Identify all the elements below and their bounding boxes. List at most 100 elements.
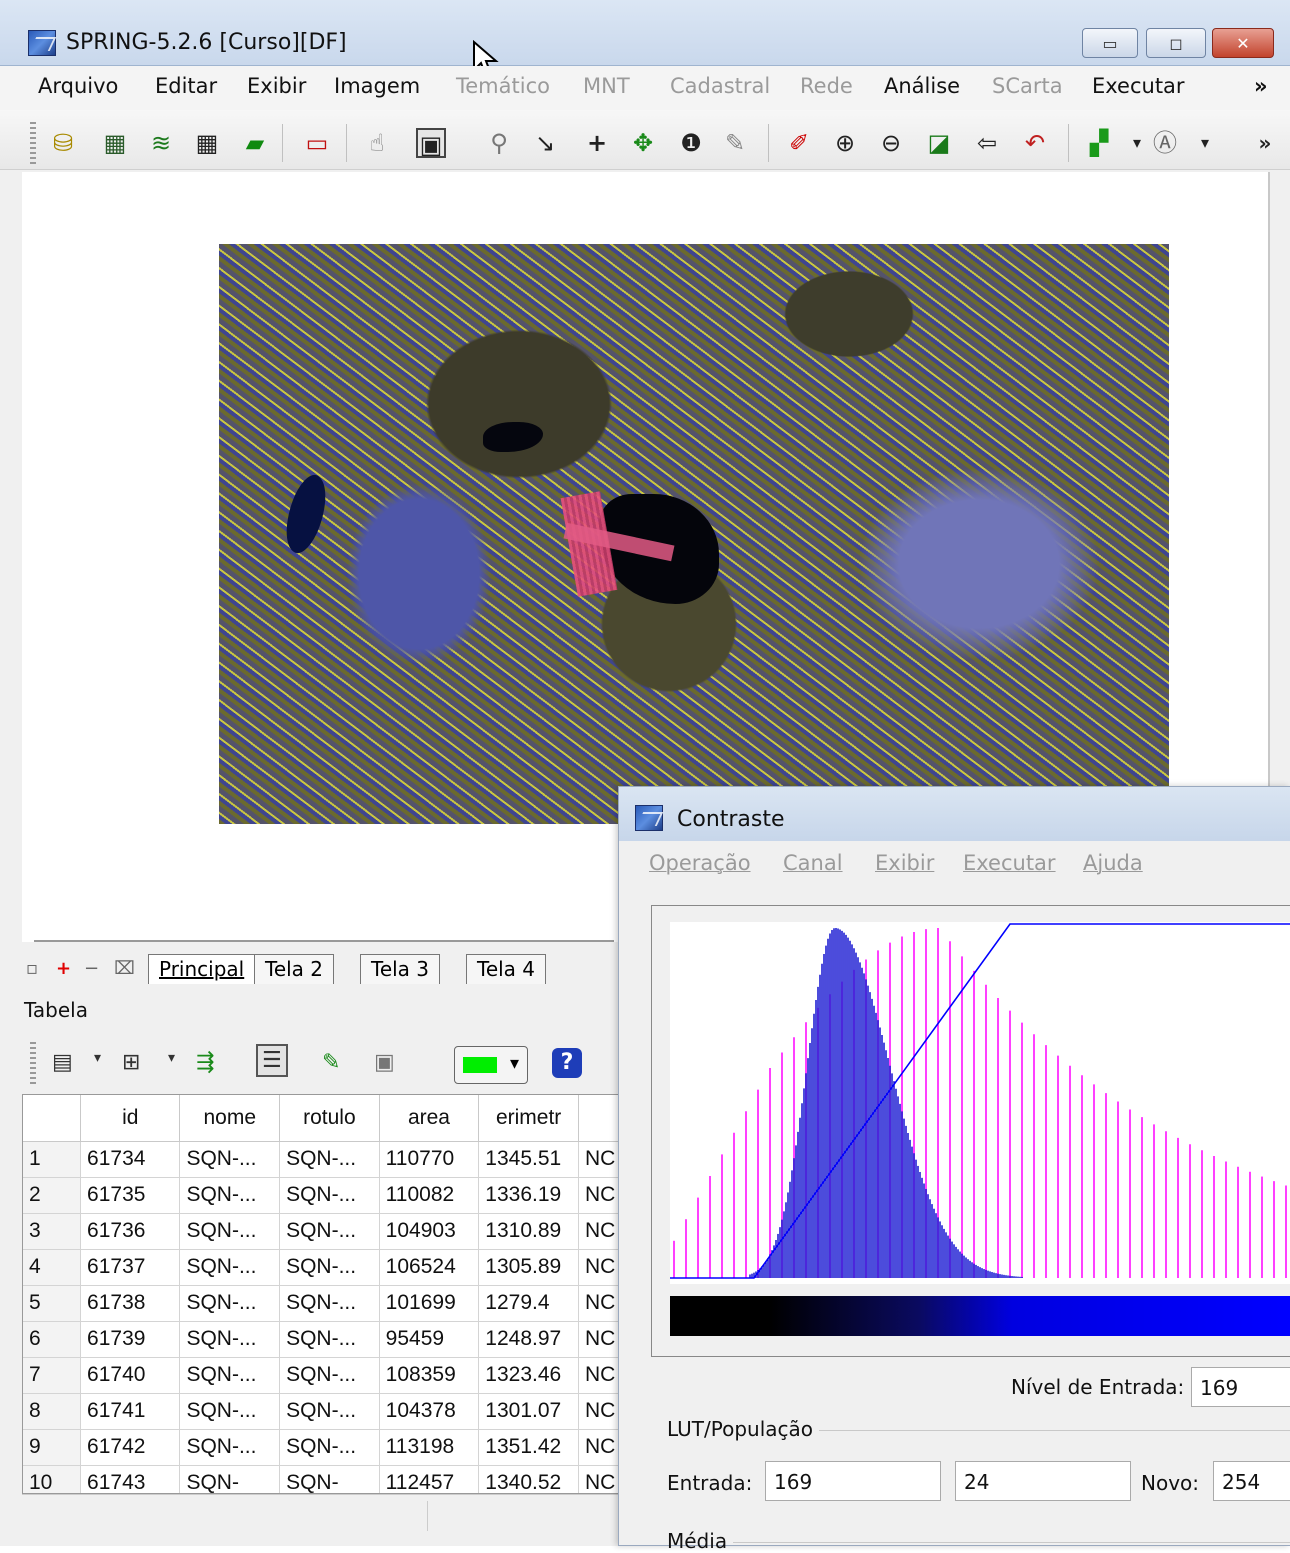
row-number-cell[interactable]: 4: [23, 1249, 82, 1286]
save-icon[interactable]: ▣: [374, 1050, 395, 1075]
menu-mnt[interactable]: MNT: [583, 74, 630, 98]
cell-area[interactable]: 106524: [379, 1249, 480, 1286]
zoom-in-icon[interactable]: ⊕: [830, 128, 860, 158]
back-icon[interactable]: ⇦: [972, 128, 1002, 158]
cell-perimetro[interactable]: 1248.97: [478, 1321, 579, 1358]
cell-extra[interactable]: NC: [578, 1285, 619, 1322]
cell-extra[interactable]: NC: [578, 1465, 619, 1493]
populacao-field[interactable]: 24: [955, 1461, 1131, 1501]
list-view-icon[interactable]: ☰: [256, 1044, 288, 1077]
menu-imagem[interactable]: Imagem: [334, 74, 420, 98]
table-row[interactable]: 4 61737 SQN-... SQN-... 106524 1305.89 NC: [23, 1249, 619, 1286]
cell-perimetro[interactable]: 1279.4: [478, 1285, 579, 1322]
menu-operacao[interactable]: Operação: [649, 851, 751, 875]
col-header-rotulo[interactable]: rotulo: [279, 1095, 380, 1142]
cell-id[interactable]: 61738: [80, 1285, 181, 1322]
menu-scarta[interactable]: SCarta: [992, 74, 1063, 98]
cell-perimetro[interactable]: 1336.19: [478, 1177, 579, 1214]
table-row[interactable]: 7 61740 SQN-... SQN-... 108359 1323.46 NC: [23, 1357, 619, 1394]
col-header-area[interactable]: area: [379, 1095, 480, 1142]
menu-executar[interactable]: Executar: [1092, 74, 1185, 98]
row-number-cell[interactable]: 5: [23, 1285, 82, 1322]
zoom-area-icon[interactable]: ◪: [924, 128, 954, 158]
restore-icon[interactable]: ▫: [26, 958, 38, 979]
cell-nome[interactable]: SQN-...: [179, 1357, 281, 1394]
cell-perimetro[interactable]: 1310.89: [478, 1213, 579, 1250]
cell-nome[interactable]: SQN-...: [179, 1285, 281, 1322]
cell-area[interactable]: 113198: [379, 1429, 480, 1466]
cell-area[interactable]: 104378: [379, 1393, 480, 1430]
export-dropdown-icon[interactable]: ▾: [1122, 128, 1152, 158]
cell-id[interactable]: 61734: [80, 1141, 181, 1178]
cell-rotulo[interactable]: SQN-...: [279, 1321, 380, 1358]
cell-area[interactable]: 101699: [379, 1285, 480, 1322]
menu-rede[interactable]: Rede: [800, 74, 853, 98]
cell-perimetro[interactable]: 1340.52: [478, 1465, 579, 1493]
cell-id[interactable]: 61743: [80, 1465, 181, 1493]
cell-nome[interactable]: SQN-...: [179, 1321, 281, 1358]
export-icon[interactable]: ▞: [1084, 128, 1114, 158]
col-header-id[interactable]: id: [80, 1095, 181, 1142]
cell-nome[interactable]: SQN-...: [179, 1141, 281, 1178]
novo-field[interactable]: 254: [1213, 1461, 1290, 1501]
cell-extra[interactable]: NC: [578, 1321, 619, 1358]
histogram-plot[interactable]: [670, 922, 1290, 1284]
cell-id[interactable]: 61741: [80, 1393, 181, 1430]
export-table-icon[interactable]: ⇶: [196, 1050, 214, 1075]
cell-rotulo[interactable]: SQN-...: [279, 1429, 380, 1466]
cell-area[interactable]: 110082: [379, 1177, 480, 1214]
cell-perimetro[interactable]: 1301.07: [478, 1393, 579, 1430]
satellite-image[interactable]: [219, 244, 1169, 824]
menu-exibir[interactable]: Exibir: [875, 851, 934, 875]
menu-analise[interactable]: Análise: [884, 74, 960, 98]
cell-id[interactable]: 61742: [80, 1429, 181, 1466]
cell-perimetro[interactable]: 1351.42: [478, 1429, 579, 1466]
table-row[interactable]: 10 61743 SQN- SQN- 112457 1340.52 NC: [23, 1465, 619, 1493]
col-header-perimetro[interactable]: erimetr: [478, 1095, 579, 1142]
cell-rotulo[interactable]: SQN-...: [279, 1141, 380, 1178]
toolbar-grip[interactable]: [30, 1042, 36, 1086]
cell-rotulo[interactable]: SQN-...: [279, 1213, 380, 1250]
col-header-extra[interactable]: [578, 1095, 619, 1142]
row-number-cell[interactable]: 3: [23, 1213, 82, 1250]
pencil-icon[interactable]: ✐: [784, 128, 814, 158]
cursor-icon[interactable]: ☝: [362, 128, 392, 158]
table-row[interactable]: 8 61741 SQN-... SQN-... 104378 1301.07 NC: [23, 1393, 619, 1430]
color-picker[interactable]: [454, 1046, 528, 1084]
cell-nome[interactable]: SQN-: [179, 1465, 281, 1493]
table-row[interactable]: 6 61739 SQN-... SQN-... 95459 1248.97 NC: [23, 1321, 619, 1358]
zoom-out-icon[interactable]: ⊖: [876, 128, 906, 158]
cell-rotulo[interactable]: SQN-...: [279, 1285, 380, 1322]
label-icon[interactable]: Ⓐ: [1150, 128, 1180, 158]
cell-area[interactable]: 104903: [379, 1213, 480, 1250]
menu-exibir[interactable]: Exibir: [247, 74, 306, 98]
columns-icon[interactable]: ⊞: [122, 1050, 140, 1075]
help-icon[interactable]: ?: [552, 1048, 582, 1078]
brush-icon[interactable]: ✎: [720, 128, 750, 158]
label-dropdown-icon[interactable]: ▾: [1190, 128, 1220, 158]
cell-rotulo[interactable]: SQN-...: [279, 1177, 380, 1214]
table-row[interactable]: 2 61735 SQN-... SQN-... 110082 1336.19 NC: [23, 1177, 619, 1214]
cell-nome[interactable]: SQN-...: [179, 1393, 281, 1430]
layers-icon[interactable]: ≋: [146, 128, 176, 158]
cell-extra[interactable]: NC: [578, 1141, 619, 1178]
row-number-cell[interactable]: 6: [23, 1321, 82, 1358]
tab-tela-3[interactable]: Tela 3: [360, 954, 441, 984]
cell-rotulo[interactable]: SQN-...: [279, 1393, 380, 1430]
cell-id[interactable]: 61736: [80, 1213, 181, 1250]
table-row[interactable]: 3 61736 SQN-... SQN-... 104903 1310.89 NC: [23, 1213, 619, 1250]
cell-perimetro[interactable]: 1345.51: [478, 1141, 579, 1178]
row-number-cell[interactable]: 7: [23, 1357, 82, 1394]
cell-nome[interactable]: SQN-...: [179, 1429, 281, 1466]
close-button[interactable]: ✕: [1212, 28, 1274, 58]
plus-icon[interactable]: +: [582, 128, 612, 158]
cell-perimetro[interactable]: 1323.46: [478, 1357, 579, 1394]
maximize-button[interactable]: ◻: [1146, 28, 1206, 58]
table-row[interactable]: 9 61742 SQN-... SQN-... 113198 1351.42 NC: [23, 1429, 619, 1466]
plane-icon[interactable]: ▰: [240, 128, 270, 158]
menu-arquivo[interactable]: Arquivo: [38, 74, 118, 98]
minimize-button[interactable]: ▭: [1082, 28, 1138, 58]
menu-editar[interactable]: Editar: [155, 74, 217, 98]
info-panel-icon[interactable]: ▣: [416, 128, 446, 159]
cell-area[interactable]: 110770: [379, 1141, 480, 1178]
